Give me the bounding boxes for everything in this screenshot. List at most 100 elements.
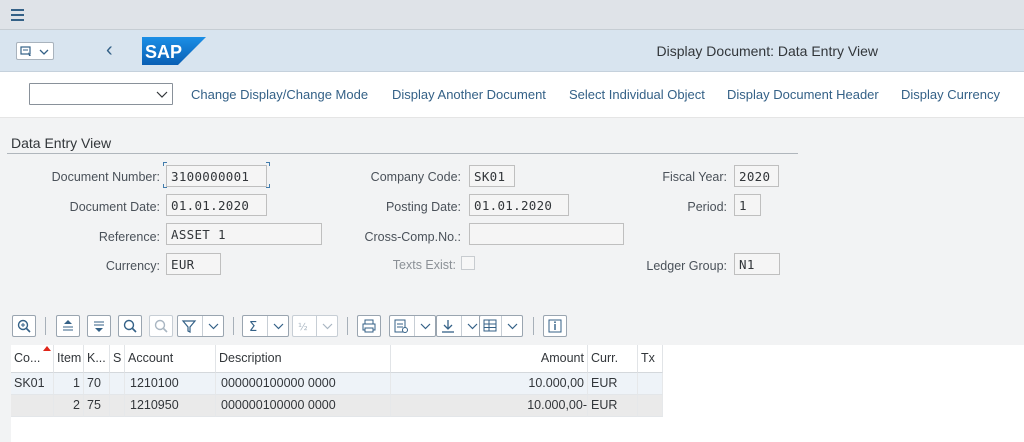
company-code-label: Company Code:: [370, 170, 461, 184]
change-display-mode-button[interactable]: Change Display/Change Mode: [191, 87, 368, 102]
svg-text:½: ½: [298, 321, 308, 333]
column-header-posting-key[interactable]: K...: [84, 345, 110, 373]
page-title: Display Document: Data Entry View: [656, 43, 879, 59]
fiscal-year-field[interactable]: 2020: [734, 165, 779, 187]
focus-corner: [163, 162, 167, 166]
focus-corner: [266, 162, 270, 166]
table-cell-company-code[interactable]: SK01: [11, 373, 54, 395]
find-next-button[interactable]: [149, 315, 173, 337]
posting-date-label: Posting Date:: [385, 200, 461, 214]
print-button[interactable]: [357, 315, 381, 337]
views-icon: [394, 319, 408, 333]
chevron-down-icon: [273, 323, 284, 330]
chevron-down-icon: [322, 323, 333, 330]
table-cell-currency[interactable]: EUR: [588, 395, 638, 417]
table-cell-s[interactable]: [110, 373, 125, 395]
table-cell-item[interactable]: 1: [54, 373, 84, 395]
menu-icon[interactable]: [11, 9, 24, 21]
section-divider: [7, 153, 798, 154]
details-button[interactable]: [12, 315, 36, 337]
more-actions-select[interactable]: [29, 83, 173, 105]
column-header-description[interactable]: Description: [216, 345, 391, 373]
chevron-down-icon: [208, 323, 219, 330]
display-currency-button[interactable]: Display Currency: [901, 87, 1000, 102]
magnifier-detail-icon: [17, 319, 31, 333]
table-cell-company-code[interactable]: [11, 395, 54, 417]
column-header-account[interactable]: Account: [125, 345, 216, 373]
table-cell-item[interactable]: 2: [54, 395, 84, 417]
table-cell-posting-key[interactable]: 70: [84, 373, 110, 395]
display-another-document-button[interactable]: Display Another Document: [392, 87, 546, 102]
texts-exist-label: Texts Exist:: [392, 258, 456, 272]
table-cell-description[interactable]: 000000100000 0000: [216, 373, 391, 395]
toolbar-separator: [347, 317, 348, 335]
texts-exist-checkbox[interactable]: [461, 256, 475, 270]
sum-icon: Σ: [249, 320, 257, 335]
currency-field[interactable]: EUR: [166, 253, 221, 275]
command-field-dropdown[interactable]: [16, 42, 54, 60]
document-date-field[interactable]: 01.01.2020: [166, 194, 267, 216]
cross-comp-label: Cross-Comp.No.:: [364, 230, 461, 244]
subtotal-button[interactable]: ½: [292, 315, 338, 337]
back-chevron-icon[interactable]: ‹: [106, 39, 120, 61]
cross-comp-field[interactable]: [469, 223, 624, 245]
grid-toolbar: Σ ½: [0, 311, 1024, 341]
column-header-s[interactable]: S: [110, 345, 125, 373]
currency-label: Currency:: [105, 259, 160, 273]
display-document-header-button[interactable]: Display Document Header: [727, 87, 879, 102]
info-icon: [548, 319, 562, 333]
table-cell-posting-key[interactable]: 75: [84, 395, 110, 417]
document-number-field[interactable]: 3100000001: [166, 165, 267, 187]
table-cell-amount[interactable]: 10.000,00-: [391, 395, 588, 417]
chevron-down-icon: [420, 323, 431, 330]
section-title: Data Entry View: [11, 135, 112, 151]
table-cell-tax[interactable]: [638, 395, 663, 417]
column-header-item[interactable]: Item: [54, 345, 84, 373]
document-number-label: Document Number:: [51, 170, 160, 184]
chevron-down-icon: [507, 323, 518, 330]
filter-button[interactable]: [177, 315, 224, 337]
total-button[interactable]: Σ: [242, 315, 289, 337]
layout-button[interactable]: [479, 315, 523, 337]
sap-logo-text: SAP: [145, 42, 182, 62]
select-individual-object-button[interactable]: Select Individual Object: [569, 87, 705, 102]
table-cell-currency[interactable]: EUR: [588, 373, 638, 395]
sort-descending-button[interactable]: [87, 315, 111, 337]
column-header-company-code[interactable]: Co...: [11, 345, 54, 373]
company-code-field[interactable]: SK01: [469, 165, 515, 187]
table-cell-account[interactable]: 1210100: [125, 373, 216, 395]
printer-icon: [362, 319, 376, 333]
table-cell-s[interactable]: [110, 395, 125, 417]
sap-logo: SAP: [142, 37, 206, 65]
reference-field[interactable]: ASSET 1: [166, 223, 322, 245]
find-button[interactable]: [118, 315, 142, 337]
focus-corner: [163, 184, 167, 188]
app-header: ‹ SAP Display Document: Data Entry View: [0, 30, 1024, 72]
search-next-icon: [154, 319, 168, 333]
svg-text:Σ: Σ: [249, 320, 257, 335]
sort-ascending-button[interactable]: [56, 315, 80, 337]
ledger-group-field[interactable]: N1: [734, 253, 780, 275]
focus-corner: [266, 184, 270, 188]
column-header-amount[interactable]: Amount: [391, 345, 588, 373]
column-header-label: Co...: [14, 351, 41, 365]
download-icon: [442, 320, 454, 333]
application-toolbar: Change Display/Change Mode Display Anoth…: [0, 72, 1024, 118]
table-cell-account[interactable]: 1210950: [125, 395, 216, 417]
information-button[interactable]: [543, 315, 567, 337]
sort-descending-icon: [94, 321, 104, 332]
command-field-icon: [20, 46, 49, 56]
column-header-currency[interactable]: Curr.: [588, 345, 638, 373]
period-field[interactable]: 1: [734, 194, 761, 216]
views-button[interactable]: [389, 315, 436, 337]
sort-indicator-icon: [43, 346, 51, 351]
table-cell-amount[interactable]: 10.000,00: [391, 373, 588, 395]
period-label: Period:: [687, 200, 727, 214]
chevron-down-icon: [156, 91, 168, 98]
column-header-tax[interactable]: Tx: [638, 345, 663, 373]
table-cell-tax[interactable]: [638, 373, 663, 395]
reference-label: Reference:: [98, 230, 160, 244]
posting-date-field[interactable]: 01.01.2020: [469, 194, 569, 216]
table-cell-description[interactable]: 000000100000 0000: [216, 395, 391, 417]
export-button[interactable]: [436, 315, 483, 337]
